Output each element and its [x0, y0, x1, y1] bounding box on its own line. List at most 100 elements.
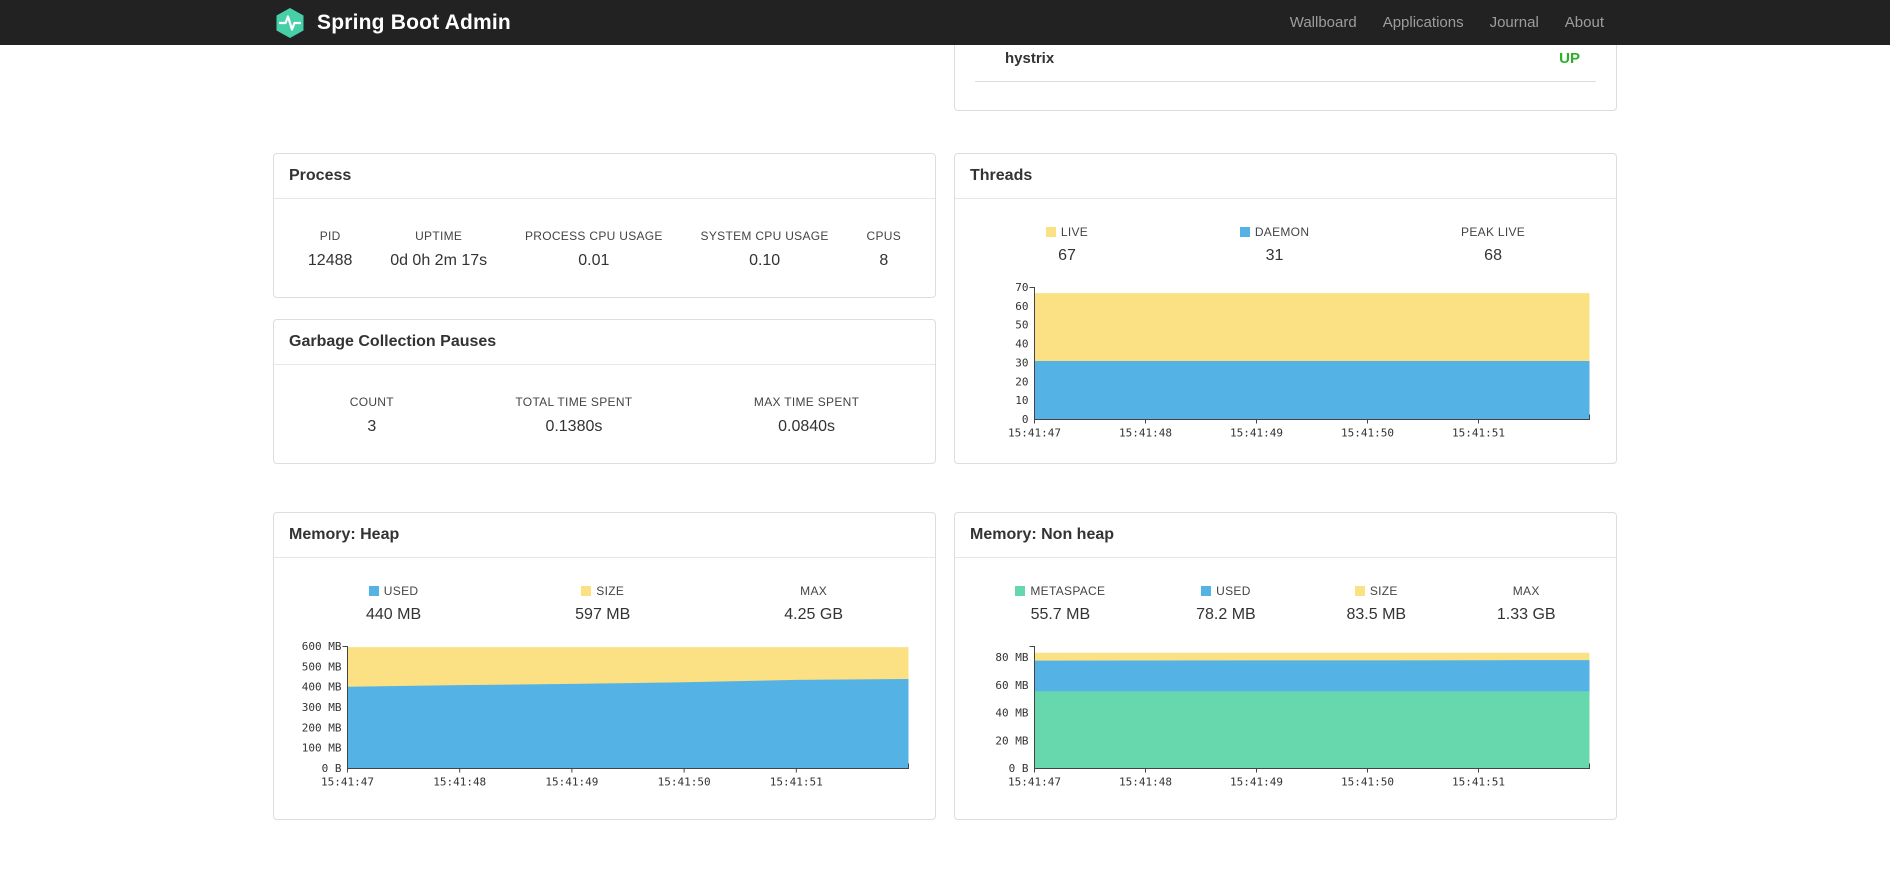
svg-text:200 MB: 200 MB	[302, 721, 342, 734]
health-panel-spacer	[955, 82, 1616, 110]
legend-label: USED	[366, 584, 421, 598]
legend-item-used: USED 440 MB	[366, 584, 421, 624]
threads-area-chart: 0 10 20 30 40 50 60 70 15:41:47 15:41:48 15:41:49 1…	[970, 279, 1601, 447]
svg-text:20: 20	[1015, 375, 1028, 388]
legend-item-size: SIZE 83.5 MB	[1346, 584, 1406, 624]
gc-metrics: COUNT 3 TOTAL TIME SPENT 0.1380s MAX TIM…	[289, 395, 920, 436]
metric-value: 12488	[307, 252, 353, 269]
metric-label: TOTAL TIME SPENT	[515, 395, 633, 409]
size-swatch-icon	[1354, 586, 1365, 596]
metric-label: CPUS	[866, 229, 902, 243]
svg-text:50: 50	[1015, 319, 1028, 332]
legend-label: SIZE	[1346, 584, 1406, 598]
legend-label: MAX	[1512, 584, 1540, 598]
svg-text:20 MB: 20 MB	[995, 734, 1028, 747]
navbar-links: Wallboard Applications Journal About	[1277, 0, 1617, 45]
metric-cpus: CPUS 8	[867, 229, 902, 270]
svg-text:15:41:49: 15:41:49	[1230, 427, 1283, 440]
svg-text:15:41:47: 15:41:47	[1008, 776, 1061, 789]
metric-pid: PID 12488	[308, 229, 353, 270]
top-left-spacer	[273, 45, 936, 111]
metric-value: 0.0840s	[778, 418, 836, 435]
legend-value: 440 MB	[366, 606, 422, 623]
metric-label: MAX TIME SPENT	[753, 395, 860, 409]
threads-panel: Threads LIVE 67 DAEMON 31 PEAK LIVE 68 0…	[954, 153, 1617, 464]
svg-text:600 MB: 600 MB	[302, 640, 342, 653]
svg-text:0 B: 0 B	[1009, 762, 1029, 775]
svg-text:10: 10	[1015, 394, 1028, 407]
svg-text:400 MB: 400 MB	[302, 681, 342, 694]
legend-value: 1.33 GB	[1496, 606, 1556, 623]
nav-link-about[interactable]: About	[1552, 0, 1617, 45]
main-content: hystrix UP Process PID 12488 UPTIME 0d 0…	[273, 25, 1617, 820]
heap-legend: USED 440 MB SIZE 597 MB MAX 4.25 GB	[289, 584, 920, 624]
memory-heap-title: Memory: Heap	[274, 513, 935, 558]
metaspace-swatch-icon	[1015, 586, 1026, 596]
legend-label: PEAK LIVE	[1461, 225, 1526, 239]
metric-gc-max-time: MAX TIME SPENT 0.0840s	[754, 395, 859, 436]
metric-system-cpu-usage: SYSTEM CPU USAGE 0.10	[701, 229, 829, 270]
process-panel-title: Process	[274, 154, 935, 199]
used-swatch-icon	[1201, 586, 1212, 596]
legend-item-metaspace: METASPACE 55.7 MB	[1015, 584, 1105, 624]
used-swatch-icon	[368, 586, 379, 596]
nonheap-area-chart: 0 B 20 MB 40 MB 60 MB 80 MB 15:41:47 15:41:48 1…	[970, 638, 1601, 796]
svg-text:15:41:50: 15:41:50	[1341, 776, 1394, 789]
legend-item-daemon: DAEMON 31	[1239, 225, 1309, 265]
legend-label: METASPACE	[1015, 584, 1105, 598]
legend-value: 78.2 MB	[1196, 606, 1256, 623]
memory-nonheap-title: Memory: Non heap	[955, 513, 1616, 558]
process-panel: Process PID 12488 UPTIME 0d 0h 2m 17s PR…	[273, 153, 936, 298]
svg-text:15:41:51: 15:41:51	[770, 776, 823, 789]
top-navbar: Spring Boot Admin Wallboard Applications…	[0, 0, 1890, 45]
svg-text:0: 0	[1022, 413, 1029, 426]
legend-item-used: USED 78.2 MB	[1196, 584, 1256, 624]
legend-value: 31	[1265, 247, 1284, 264]
size-swatch-icon	[581, 586, 592, 596]
threads-legend: LIVE 67 DAEMON 31 PEAK LIVE 68	[970, 225, 1601, 265]
metric-value: 0.10	[749, 252, 781, 269]
heap-area-chart: 0 B 100 MB 200 MB 300 MB 400 MB 500 MB 600 MB 1…	[289, 638, 920, 796]
live-swatch-icon	[1045, 227, 1056, 237]
legend-item-max: MAX 1.33 GB	[1497, 584, 1556, 624]
legend-value: 597 MB	[575, 606, 631, 623]
legend-label: LIVE	[1045, 225, 1088, 239]
metric-uptime: UPTIME 0d 0h 2m 17s	[390, 229, 487, 270]
legend-value: 55.7 MB	[1030, 606, 1091, 623]
svg-text:70: 70	[1015, 281, 1028, 294]
metric-process-cpu-usage: PROCESS CPU USAGE 0.01	[525, 229, 663, 270]
nav-link-wallboard[interactable]: Wallboard	[1277, 0, 1370, 45]
health-service-name: hystrix	[1005, 50, 1055, 67]
metric-value: 0.01	[578, 252, 610, 269]
nav-link-applications[interactable]: Applications	[1370, 0, 1477, 45]
brand-link[interactable]: Spring Boot Admin	[273, 6, 511, 40]
metric-value: 0.1380s	[545, 418, 603, 435]
legend-value: 67	[1058, 247, 1076, 264]
spring-boot-admin-logo-icon	[273, 6, 307, 40]
svg-text:30: 30	[1015, 356, 1028, 369]
nonheap-legend: METASPACE 55.7 MB USED 78.2 MB SIZE 83.5…	[970, 584, 1601, 624]
metric-value: 8	[879, 252, 889, 269]
svg-text:60: 60	[1015, 300, 1028, 313]
svg-text:15:41:51: 15:41:51	[1452, 776, 1505, 789]
svg-text:0 B: 0 B	[322, 762, 342, 775]
nav-link-journal[interactable]: Journal	[1477, 0, 1552, 45]
legend-label: MAX	[800, 584, 828, 598]
svg-text:15:41:49: 15:41:49	[1230, 776, 1283, 789]
svg-text:40 MB: 40 MB	[995, 707, 1028, 720]
svg-text:15:41:48: 15:41:48	[1119, 427, 1172, 440]
metric-gc-count: COUNT 3	[350, 395, 394, 436]
metric-label: PID	[319, 229, 341, 243]
legend-item-peak-live: PEAK LIVE 68	[1461, 225, 1525, 265]
metric-label: COUNT	[349, 395, 394, 409]
metric-label: PROCESS CPU USAGE	[524, 229, 663, 243]
svg-text:300 MB: 300 MB	[302, 701, 342, 714]
svg-text:100 MB: 100 MB	[302, 742, 342, 755]
legend-item-live: LIVE 67	[1045, 225, 1088, 265]
svg-text:15:41:47: 15:41:47	[1008, 427, 1061, 440]
brand-title: Spring Boot Admin	[317, 10, 511, 34]
status-badge: UP	[1559, 50, 1580, 67]
svg-text:15:41:49: 15:41:49	[545, 776, 598, 789]
legend-label: USED	[1196, 584, 1256, 598]
svg-text:15:41:47: 15:41:47	[321, 776, 374, 789]
